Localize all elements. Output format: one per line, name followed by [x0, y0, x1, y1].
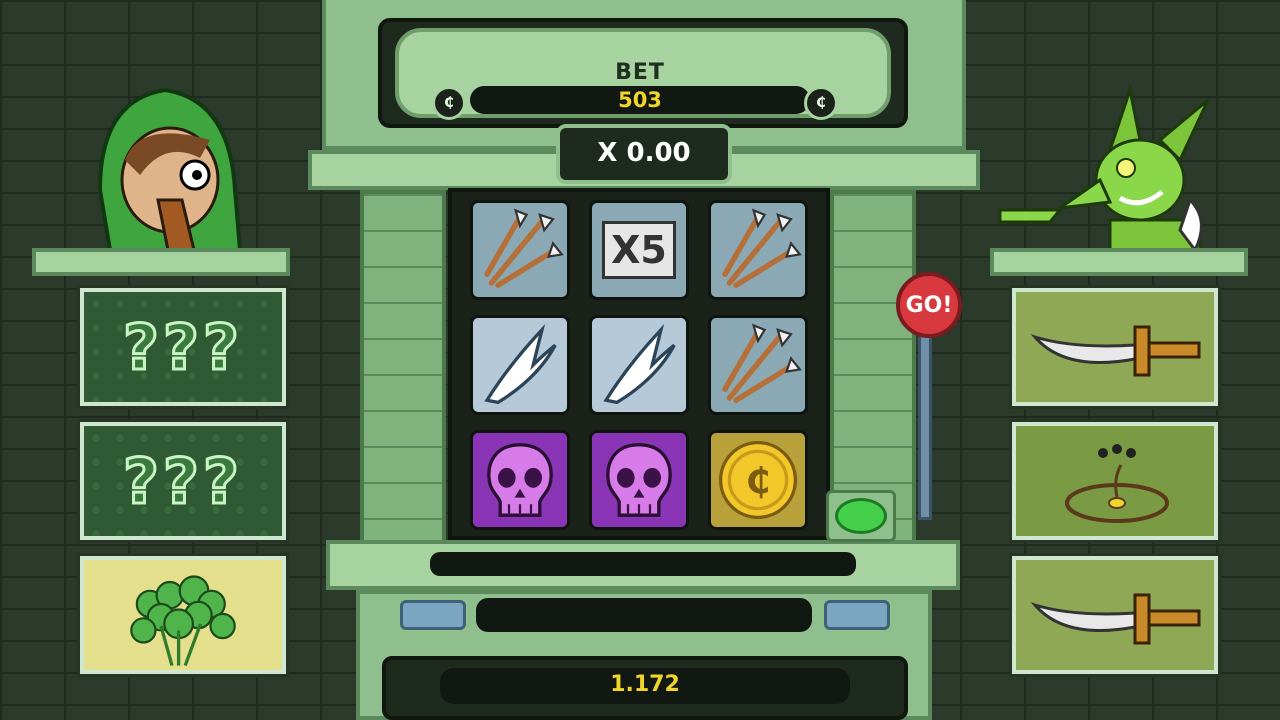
left-clover-card[interactable]	[77, 553, 289, 677]
hooded-archer-icon	[97, 87, 243, 250]
skull-icon	[487, 443, 553, 517]
left-shelf	[32, 248, 290, 276]
claw-slash-icon	[603, 324, 676, 405]
coin-right-icon: ₵	[816, 95, 826, 111]
mystery-text: ???	[122, 443, 243, 519]
bet-value: 503	[618, 88, 662, 112]
arrows-icon	[722, 323, 802, 403]
bet-increase-button[interactable]: ₵	[804, 86, 838, 120]
x5-multiplier-label: X5	[602, 221, 676, 279]
reel-cell-claw	[470, 315, 570, 415]
bet-label: BET	[615, 60, 665, 85]
dagger-icon	[1030, 325, 1201, 377]
left-mystery-card[interactable]: ???	[77, 285, 289, 409]
reel-cell-skull	[589, 430, 689, 530]
base-slot	[476, 598, 812, 632]
goblin-icon	[998, 84, 1210, 250]
svg-text:₵: ₵	[746, 461, 770, 502]
right-weapon-card[interactable]	[1009, 285, 1221, 409]
goblin-character	[990, 80, 1220, 250]
mystery-text: ???	[122, 309, 243, 385]
go-lever-knob[interactable]: GO!	[896, 272, 962, 338]
base-left-pill	[400, 600, 466, 630]
lever-pole[interactable]	[918, 330, 932, 520]
reel-cell-claw	[589, 315, 689, 415]
green-button-icon	[835, 498, 887, 534]
go-label: GO!	[905, 292, 953, 318]
reel-cell-arrows	[708, 315, 808, 415]
reel-cell-x5: X5	[589, 200, 689, 300]
trap-icon	[1065, 444, 1169, 523]
right-shelf	[990, 248, 1248, 276]
gold-coin-icon: ₵	[718, 440, 798, 520]
archer-character	[70, 80, 260, 250]
claw-slash-icon	[484, 324, 557, 405]
reel-cell-arrows	[470, 200, 570, 300]
win-value: 1.172	[610, 672, 680, 697]
left-mystery-card[interactable]: ???	[77, 419, 289, 543]
dagger-icon	[1030, 593, 1201, 645]
reel-cell-coin: ₵	[708, 430, 808, 530]
reel-cell-skull	[470, 430, 570, 530]
base-right-pill	[824, 600, 890, 630]
skull-icon	[606, 443, 672, 517]
arrows-icon	[722, 208, 802, 288]
reel-cell-arrows	[708, 200, 808, 300]
right-weapon-card[interactable]	[1009, 553, 1221, 677]
base-slot-bar	[430, 552, 856, 576]
spin-button[interactable]	[826, 490, 896, 542]
multiplier-value: X 0.00	[597, 138, 691, 168]
right-trap-card[interactable]	[1009, 419, 1221, 543]
bet-decrease-button[interactable]: ₵	[432, 86, 466, 120]
four-leaf-clover-icon	[130, 575, 236, 667]
left-pillar	[360, 190, 446, 550]
arrows-icon	[484, 208, 564, 288]
coin-left-icon: ₵	[444, 95, 454, 111]
